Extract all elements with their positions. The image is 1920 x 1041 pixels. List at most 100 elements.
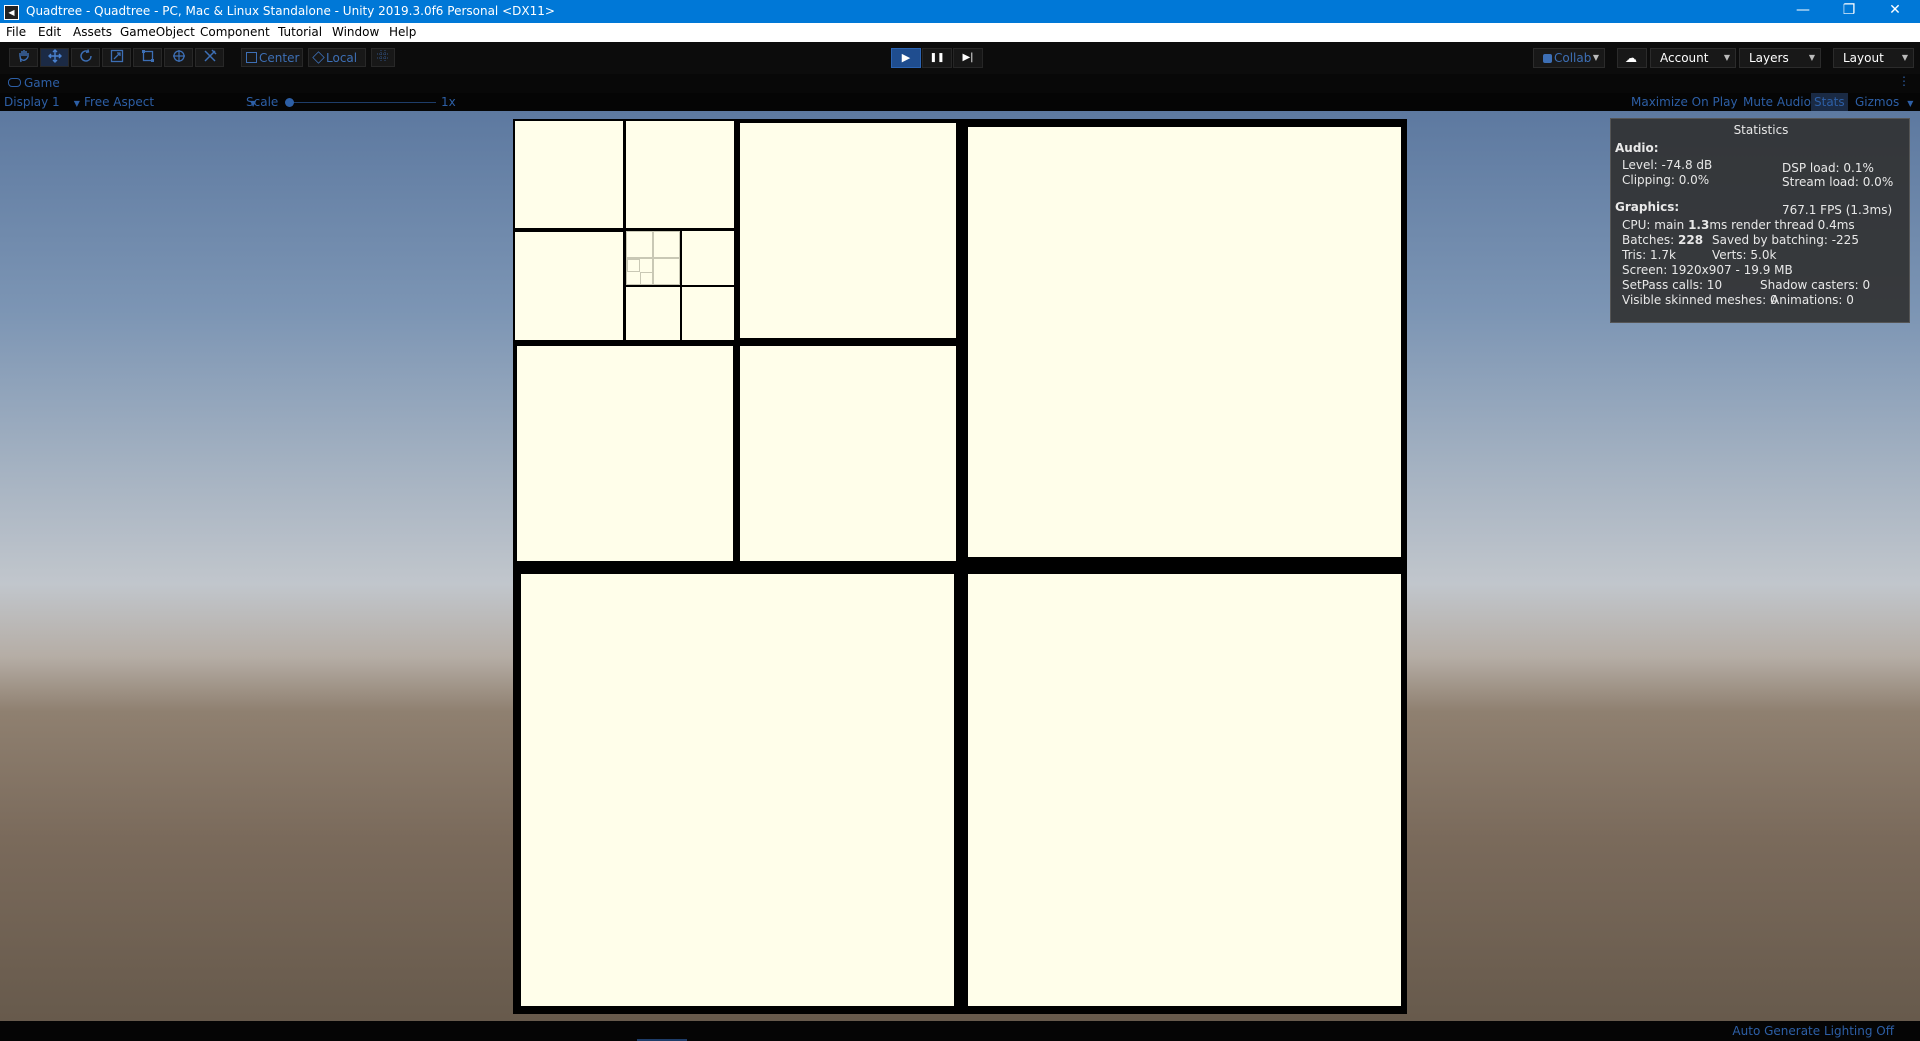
- step-button[interactable]: ▶|: [953, 48, 983, 68]
- audio-level: Level: -74.8 dB: [1622, 158, 1713, 172]
- collab-check-icon: [1543, 54, 1552, 63]
- status-bar: Auto Generate Lighting Off: [0, 1021, 1920, 1041]
- skinned-meshes: Visible skinned meshes: 0: [1622, 293, 1778, 307]
- audio-clipping: Clipping: 0.0%: [1622, 173, 1710, 187]
- gizmos-dropdown[interactable]: Gizmos ▼: [1855, 95, 1913, 109]
- menu-help[interactable]: Help: [389, 25, 416, 39]
- chevron-down-icon: ▼: [1592, 53, 1599, 62]
- tab-game[interactable]: Game: [8, 76, 60, 90]
- menu-tutorial[interactable]: Tutorial: [278, 25, 322, 39]
- quadtree-cell: [968, 574, 1401, 1006]
- scale-slider-handle[interactable]: [285, 98, 294, 107]
- quadtree-cell: [740, 346, 956, 561]
- main-toolbar: Center Local ▶ ❚❚ ▶| Collab ▼ ☁ Account ▼ …: [0, 42, 1920, 74]
- display-dropdown[interactable]: Display 1 ▼: [4, 95, 80, 109]
- menu-edit[interactable]: Edit: [38, 25, 61, 39]
- pivot-center-toggle[interactable]: Center: [241, 48, 303, 67]
- minimize-button[interactable]: —: [1780, 0, 1826, 23]
- local-space-icon: [312, 51, 325, 64]
- rotate-tool-icon[interactable]: [71, 48, 100, 67]
- layers-dropdown[interactable]: Layers ▼: [1739, 48, 1821, 68]
- scale-label: Scale: [246, 95, 279, 109]
- menu-file[interactable]: File: [6, 25, 26, 39]
- menu-gameobject[interactable]: GameObject: [120, 25, 195, 39]
- menu-assets[interactable]: Assets: [73, 25, 112, 39]
- collab-dropdown[interactable]: Collab ▼: [1533, 48, 1605, 68]
- audio-header: Audio:: [1615, 141, 1659, 155]
- quadtree-cell: [521, 574, 954, 1006]
- account-dropdown[interactable]: Account ▼: [1650, 48, 1736, 68]
- quadtree-cell: [968, 127, 1401, 557]
- scale-tool-icon[interactable]: [102, 48, 131, 67]
- cpu-readout: CPU: main 1.3ms render thread 0.4ms: [1622, 218, 1855, 232]
- chevron-down-icon: ▼: [1901, 53, 1908, 62]
- quadtree-cell: [515, 232, 623, 340]
- shadow-casters: Shadow casters: 0: [1760, 278, 1871, 292]
- maximize-on-play-toggle[interactable]: Maximize On Play: [1631, 95, 1738, 109]
- unity-logo-icon: ◀: [4, 5, 19, 20]
- batches-readout: Batches: 228: [1622, 233, 1703, 247]
- pause-button[interactable]: ❚❚: [922, 48, 952, 68]
- more-menu-icon[interactable]: ⋮: [1898, 74, 1910, 88]
- animations-count: Animations: 0: [1771, 293, 1854, 307]
- cloud-button[interactable]: ☁: [1617, 48, 1647, 68]
- grid-snap-icon[interactable]: [371, 48, 395, 67]
- window-title: Quadtree - Quadtree - PC, Mac & Linux St…: [26, 4, 555, 18]
- quadtree-cell: [682, 287, 734, 340]
- chevron-down-icon: ▼: [73, 99, 80, 108]
- auto-lighting-status[interactable]: Auto Generate Lighting Off: [1732, 1024, 1894, 1038]
- menu-component[interactable]: Component: [200, 25, 270, 39]
- screen-info: Screen: 1920x907 - 19.9 MB: [1622, 263, 1793, 277]
- quadtree-cell: [682, 231, 734, 285]
- cpu-main: 1.3: [1688, 218, 1710, 232]
- menu-window[interactable]: Window: [332, 25, 379, 39]
- setpass-calls: SetPass calls: 10: [1622, 278, 1723, 292]
- chevron-down-icon: ▼: [1723, 53, 1730, 62]
- fps-readout: 767.1 FPS (1.3ms): [1782, 203, 1893, 217]
- aspect-label: Free Aspect: [84, 95, 155, 109]
- stats-toggle[interactable]: Stats: [1811, 93, 1848, 111]
- quadtree-subcell: [653, 258, 680, 285]
- quadtree-subcell: [626, 258, 653, 285]
- batches-prefix: Batches:: [1622, 233, 1678, 247]
- quadtree-subcell: [640, 272, 653, 285]
- transform-tool-icon[interactable]: [164, 48, 193, 67]
- mute-audio-toggle[interactable]: Mute Audio: [1743, 95, 1811, 109]
- collab-label: Collab: [1554, 51, 1592, 65]
- custom-tool-icon[interactable]: [195, 48, 224, 67]
- restore-button[interactable]: ❐: [1826, 0, 1872, 23]
- cloud-icon: ☁: [1625, 51, 1637, 65]
- window-title-bar: ◀ Quadtree - Quadtree - PC, Mac & Linux …: [0, 0, 1920, 23]
- layout-label: Layout: [1843, 51, 1884, 65]
- cpu-suffix: ms render thread 0.4ms: [1709, 218, 1855, 232]
- quadtree-subcell: [626, 231, 653, 258]
- quadtree-subcell: [653, 231, 680, 258]
- game-view-controls: Display 1 ▼ Free Aspect ▼ Scale 1x Maximiz…: [0, 93, 1920, 111]
- chevron-down-icon: ▼: [1907, 99, 1914, 108]
- quadtree-cell: [740, 123, 956, 338]
- verts-count: Verts: 5.0k: [1712, 248, 1777, 262]
- scale-slider-track[interactable]: [288, 102, 436, 103]
- quadtree-cell: [517, 346, 733, 561]
- hand-tool-icon[interactable]: [9, 48, 38, 67]
- quadtree-subcell: [627, 259, 640, 272]
- chevron-down-icon: ▼: [1808, 53, 1815, 62]
- layout-dropdown[interactable]: Layout ▼: [1833, 48, 1914, 68]
- tris-count: Tris: 1.7k: [1622, 248, 1676, 262]
- aspect-dropdown[interactable]: Free Aspect ▼: [84, 95, 256, 109]
- batches-value: 228: [1678, 233, 1704, 247]
- play-button[interactable]: ▶: [891, 48, 921, 68]
- tab-game-label: Game: [24, 76, 60, 90]
- gamepad-icon: [8, 78, 21, 87]
- game-tab-header: Game ⋮: [0, 74, 1920, 93]
- statistics-title: Statistics: [1733, 123, 1789, 137]
- quadtree-board: [513, 119, 1407, 1014]
- close-button[interactable]: ✕: [1872, 0, 1918, 23]
- rect-tool-icon[interactable]: [133, 48, 162, 67]
- pivot-local-toggle[interactable]: Local: [308, 48, 366, 67]
- pivot-center-label: Center: [259, 51, 300, 65]
- move-tool-icon[interactable]: [40, 48, 69, 67]
- gizmos-label: Gizmos: [1855, 95, 1900, 109]
- pivot-local-label: Local: [326, 51, 358, 65]
- stream-load: Stream load: 0.0%: [1782, 175, 1894, 189]
